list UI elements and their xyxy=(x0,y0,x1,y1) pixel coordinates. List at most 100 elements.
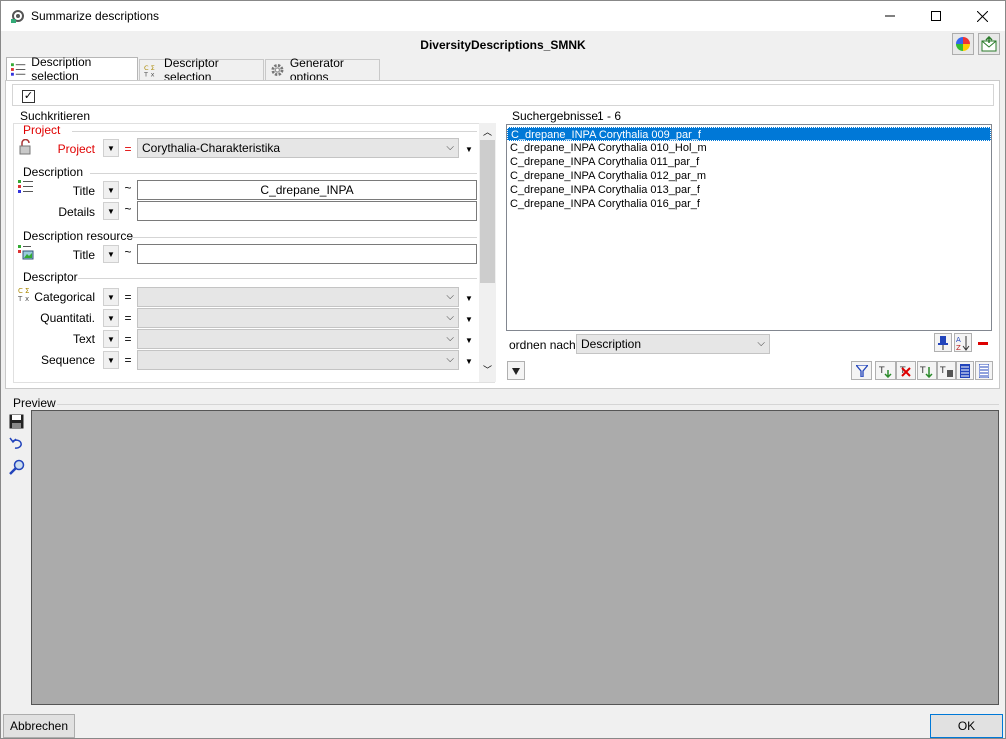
quantitative-extra-dropdown[interactable]: ▼ xyxy=(465,315,473,324)
select-list-button[interactable] xyxy=(956,361,974,380)
description-title-mode-dropdown[interactable]: ▼ xyxy=(103,181,119,199)
text-combo[interactable]: ⌵ xyxy=(137,329,459,349)
description-details-mode-dropdown[interactable]: ▼ xyxy=(103,202,119,220)
categorical-mode-dropdown[interactable]: ▼ xyxy=(103,288,119,306)
chevron-down-icon: ⌵ xyxy=(446,333,454,344)
sequence-combo[interactable]: ⌵ xyxy=(137,350,459,370)
divider xyxy=(90,173,477,174)
resource-title-mode-dropdown[interactable]: ▼ xyxy=(103,245,119,263)
ok-button[interactable]: OK xyxy=(930,714,1003,738)
svg-text:x: x xyxy=(151,71,155,77)
tab-description-selection[interactable]: Description selection xyxy=(6,55,138,83)
categorical-extra-dropdown[interactable]: ▼ xyxy=(465,294,473,303)
scrollbar-thumb[interactable] xyxy=(480,140,495,283)
sort-az-button[interactable]: AZ xyxy=(954,333,972,352)
list-item[interactable]: C_drepane_INPA Corythalia 016_par_f xyxy=(507,197,991,211)
list-item[interactable]: C_drepane_INPA Corythalia 011_par_f xyxy=(507,155,991,169)
sequence-operator: = xyxy=(124,353,132,367)
pin-icon xyxy=(938,335,948,350)
list-remove-icon: T xyxy=(899,366,911,377)
filter-button[interactable] xyxy=(851,361,872,380)
expand-query-button[interactable] xyxy=(507,361,525,380)
description-details-input[interactable] xyxy=(137,201,477,221)
options-bar xyxy=(12,84,994,106)
resource-title-input[interactable] xyxy=(137,244,477,264)
description-title-operator: ~ xyxy=(124,181,132,195)
preview-area[interactable] xyxy=(31,410,999,705)
add-all-button[interactable]: T xyxy=(917,361,937,380)
project-combo[interactable]: Corythalia-Charakteristika ⌵ xyxy=(137,138,459,158)
close-button[interactable] xyxy=(959,1,1005,31)
list-copy-icon: T xyxy=(940,366,953,377)
maximize-icon xyxy=(931,11,941,21)
list-lines-icon xyxy=(960,363,970,378)
results-header: Suchergebnisse xyxy=(512,109,599,123)
project-extra-dropdown[interactable]: ▼ xyxy=(465,145,473,154)
text-mode-dropdown[interactable]: ▼ xyxy=(103,330,119,348)
list-add-icon: T xyxy=(879,366,892,378)
search-criteria-scrollbar[interactable]: ︿ ﹀ xyxy=(479,123,496,382)
divider xyxy=(78,278,477,279)
option-checkbox[interactable]: ✓ xyxy=(22,90,35,103)
copy-list-button[interactable]: T xyxy=(937,361,956,380)
add-to-list-button[interactable]: T xyxy=(875,361,896,380)
search-criteria-panel: Project Project ▼ = Corythalia-Charakter… xyxy=(13,123,495,383)
description-list-icon xyxy=(11,63,26,76)
resource-group-label: Description resource xyxy=(23,229,134,243)
chevron-down-icon: ⌵ xyxy=(446,291,454,302)
description-title-label: Title xyxy=(72,184,95,198)
sort-combo[interactable]: Description ⌵ xyxy=(576,334,770,354)
resource-image-icon xyxy=(18,245,34,260)
window-title: Summarize descriptions xyxy=(31,9,160,23)
quantitative-operator: = xyxy=(124,311,132,325)
close-icon xyxy=(976,10,988,22)
results-list[interactable]: C_drepane_INPA Corythalia 009_par_f C_dr… xyxy=(506,124,992,331)
quantitative-mode-dropdown[interactable]: ▼ xyxy=(103,309,119,327)
list-view-button[interactable] xyxy=(975,361,993,380)
app-icon xyxy=(11,10,24,23)
chevron-down-icon: ⌵ xyxy=(446,312,454,323)
description-title-input[interactable]: C_drepane_INPA xyxy=(137,180,477,200)
color-wheel-icon xyxy=(956,37,970,51)
tab-generator-options[interactable]: Generator options xyxy=(265,56,380,84)
chevron-down-icon: ⌵ xyxy=(446,354,454,365)
categorical-combo[interactable]: ⌵ xyxy=(137,287,459,307)
pin-button[interactable] xyxy=(934,333,952,352)
divider xyxy=(72,131,477,132)
project-label: Project xyxy=(57,142,95,156)
remove-button[interactable] xyxy=(976,336,992,350)
preview-label: Preview xyxy=(13,396,56,410)
lock-open-icon xyxy=(19,139,31,155)
list-item[interactable]: C_drepane_INPA Corythalia 013_par_f xyxy=(507,183,991,197)
sort-label: ordnen nach: xyxy=(509,338,580,352)
cancel-button[interactable]: Abbrechen xyxy=(3,714,75,738)
scroll-down-icon[interactable]: ﹀ xyxy=(483,363,492,376)
feedback-button[interactable] xyxy=(978,33,1000,55)
project-mode-dropdown[interactable]: ▼ xyxy=(103,139,119,157)
sequence-extra-dropdown[interactable]: ▼ xyxy=(465,357,473,366)
zoom-button[interactable] xyxy=(9,459,25,475)
svg-text:Z: Z xyxy=(956,344,961,351)
tab-descriptor-selection[interactable]: C Σ T x Descriptor selection xyxy=(139,56,264,84)
minimize-button[interactable] xyxy=(867,1,913,31)
filter-icon xyxy=(855,364,868,377)
magnifier-icon xyxy=(9,459,25,475)
text-extra-dropdown[interactable]: ▼ xyxy=(465,336,473,345)
triangle-down-icon xyxy=(512,367,520,375)
remove-from-list-button[interactable]: T xyxy=(896,361,916,380)
text-label: Text xyxy=(72,332,95,346)
save-button[interactable] xyxy=(9,414,25,430)
results-range: 1 - 6 xyxy=(597,109,622,123)
list-item[interactable]: C_drepane_INPA Corythalia 009_par_f xyxy=(507,127,991,141)
color-settings-button[interactable] xyxy=(952,33,974,55)
sequence-mode-dropdown[interactable]: ▼ xyxy=(103,351,119,369)
scroll-up-icon[interactable]: ︿ xyxy=(483,125,492,138)
quantitative-combo[interactable]: ⌵ xyxy=(137,308,459,328)
maximize-button[interactable] xyxy=(913,1,959,31)
list-item[interactable]: C_drepane_INPA Corythalia 012_par_m xyxy=(507,169,991,183)
project-combo-value: Corythalia-Charakteristika xyxy=(142,141,281,155)
description-list-icon xyxy=(18,180,33,193)
list-item[interactable]: C_drepane_INPA Corythalia 010_Hol_m xyxy=(507,141,991,155)
undo-button[interactable] xyxy=(9,436,25,452)
gear-icon xyxy=(271,63,284,77)
